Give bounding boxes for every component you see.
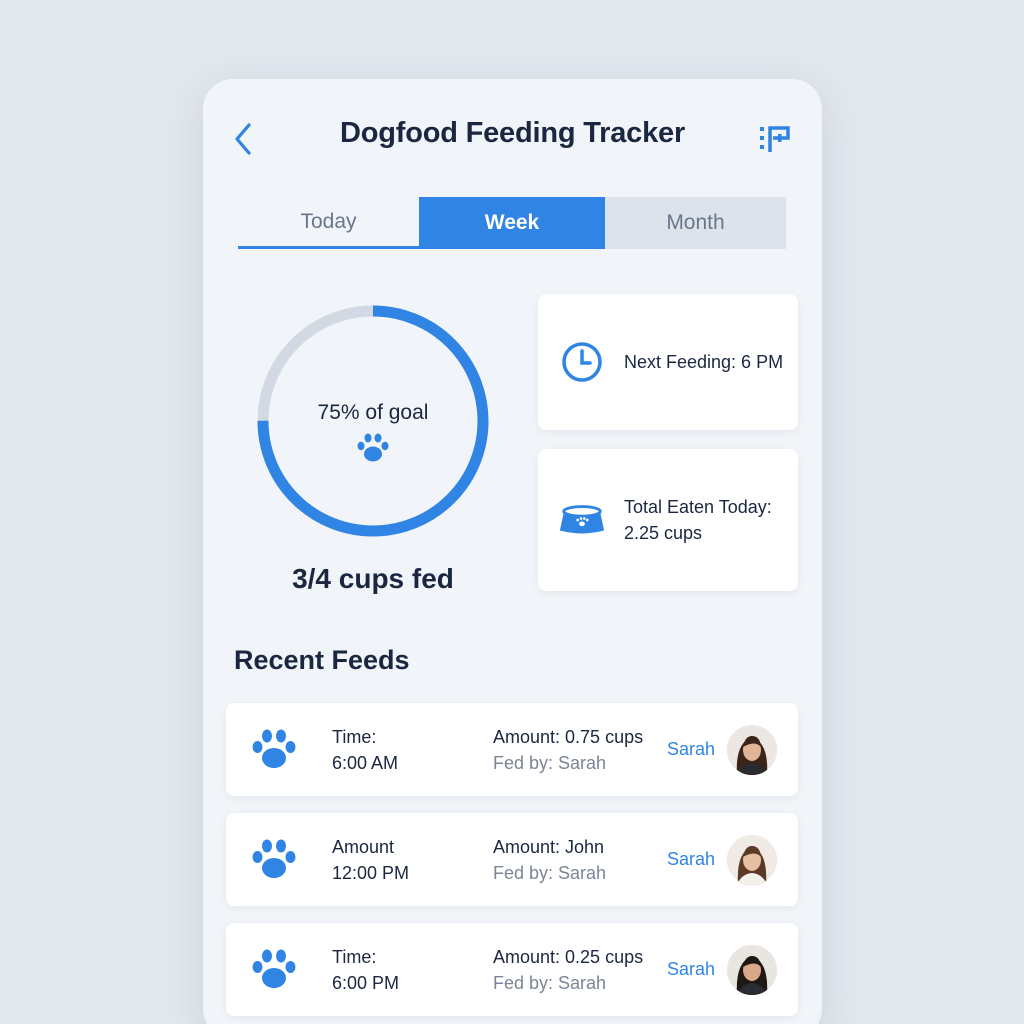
clock-icon (562, 342, 602, 382)
feed-time-value: 6:00 PM (332, 973, 400, 993)
tab-month[interactable]: Month (605, 197, 786, 249)
paw-icon (252, 729, 296, 768)
feed-time-label: Time: (332, 947, 377, 967)
feed-fed-by: Fed by: Sarah (493, 973, 607, 993)
paw-icon (252, 839, 296, 878)
feeder-name[interactable]: Sarah (667, 849, 715, 870)
total-eaten-label: Total Eaten Today: (624, 497, 772, 517)
app-screen: Dogfood Feeding Tracker Today Week Month… (203, 79, 822, 1024)
page-title: Dogfood Feeding Tracker (339, 117, 686, 149)
recent-feeds-title: Recent Feeds (234, 645, 410, 675)
feed-time-label: Time: (332, 727, 377, 747)
period-tabs: Today Week Month (238, 197, 786, 249)
feed-amount: Amount: 0.25 cups (493, 947, 644, 967)
next-feeding-text: Next Feeding: 6 PM (624, 352, 784, 372)
menu-button[interactable] (755, 119, 795, 159)
goal-percent-label: 75% of goal (317, 401, 429, 424)
total-eaten-card: Total Eaten Today: 2.25 cups (538, 449, 798, 591)
tab-today[interactable]: Today (238, 197, 419, 249)
feed-time-value: 12:00 PM (332, 863, 410, 883)
avatar (727, 725, 777, 775)
goal-progress-ring: 75% of goal (253, 301, 493, 541)
paw-icon (252, 949, 296, 988)
avatar (727, 835, 777, 885)
next-feeding-card: Next Feeding: 6 PM (538, 294, 798, 430)
feeder-name[interactable]: Sarah (667, 739, 715, 760)
feed-row[interactable]: Time: 6:00 PM Amount: 0.25 cups Fed by: … (226, 923, 798, 1016)
feed-row[interactable]: Amount 12:00 PM Amount: John Fed by: Sar… (226, 813, 798, 906)
feed-amount: Amount: 0.75 cups (493, 727, 644, 747)
tab-week[interactable]: Week (419, 197, 605, 249)
cups-fed-summary: 3/4 cups fed (292, 563, 454, 594)
feed-fed-by: Fed by: Sarah (493, 863, 607, 883)
dog-bowl-icon (559, 505, 605, 534)
total-eaten-value: 2.25 cups (624, 523, 703, 543)
feed-amount: Amount: John (493, 837, 605, 857)
feeder-name[interactable]: Sarah (667, 959, 715, 980)
feed-fed-by: Fed by: Sarah (493, 753, 607, 773)
menu-flag-icon (760, 126, 790, 152)
feed-time-value: 6:00 AM (332, 753, 399, 773)
paw-icon (357, 433, 389, 462)
feed-row[interactable]: Time: 6:00 AM Amount: 0.75 cups Fed by: … (226, 703, 798, 796)
feed-time-label: Amount (332, 837, 395, 857)
avatar (727, 945, 777, 995)
